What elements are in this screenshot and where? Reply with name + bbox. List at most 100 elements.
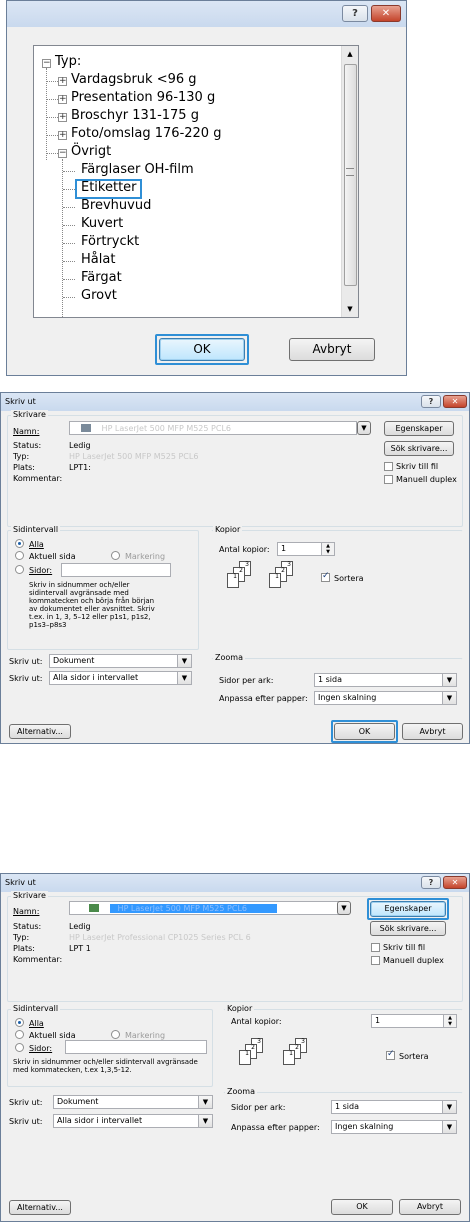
dropdown-arrow-icon[interactable]: ▼ bbox=[442, 692, 456, 704]
tree-item-presentation[interactable]: Presentation 96-130 g bbox=[71, 90, 215, 105]
manual-duplex-label: Manuell duplex bbox=[383, 956, 444, 965]
print-what-select[interactable]: Dokument ▼ bbox=[53, 1095, 213, 1109]
current-page-radio[interactable] bbox=[15, 551, 24, 560]
ok-button[interactable]: OK bbox=[331, 1199, 393, 1215]
selection-radio[interactable] bbox=[111, 551, 120, 560]
printer-select[interactable]: HP LaserJet 500 MFP M525 PCL6 bbox=[69, 901, 349, 915]
expand-icon[interactable]: + bbox=[58, 95, 67, 104]
collate-checkbox[interactable] bbox=[386, 1049, 395, 1060]
current-page-radio[interactable] bbox=[15, 1030, 24, 1039]
tree-item-ovrigt[interactable]: Övrigt bbox=[71, 144, 111, 159]
dropdown-arrow-icon[interactable]: ▼ bbox=[442, 1121, 456, 1133]
tree-line bbox=[63, 297, 75, 298]
pages-radio[interactable] bbox=[15, 1043, 24, 1052]
collapse-icon[interactable]: − bbox=[58, 149, 67, 158]
tree-item-fortryckt[interactable]: Förtryckt bbox=[81, 234, 139, 249]
printer-select[interactable]: HP LaserJet 500 MFP M525 PCL6 bbox=[69, 421, 357, 435]
tree-item-broschyr[interactable]: Broschyr 131-175 g bbox=[71, 108, 199, 123]
collapse-icon[interactable]: − bbox=[42, 59, 51, 68]
help-button[interactable]: ? bbox=[342, 5, 368, 22]
collate-checkbox[interactable] bbox=[321, 571, 330, 582]
scroll-down-icon[interactable]: ▼ bbox=[342, 301, 358, 317]
find-printer-button[interactable]: Sök skrivare... bbox=[384, 441, 454, 456]
copies-value: 1 bbox=[375, 1016, 381, 1025]
title-bar bbox=[1, 874, 469, 892]
vertical-scrollbar[interactable]: ▲ ▼ bbox=[341, 46, 358, 317]
print-what-select[interactable]: Dokument ▼ bbox=[49, 654, 192, 668]
print-select[interactable]: Alla sidor i intervallet ▼ bbox=[49, 671, 192, 685]
manual-duplex-checkbox[interactable] bbox=[371, 956, 380, 965]
selection-radio[interactable] bbox=[111, 1030, 120, 1039]
print-to-file-checkbox[interactable] bbox=[384, 462, 393, 471]
cancel-button[interactable]: Avbryt bbox=[399, 1199, 461, 1215]
ok-button[interactable]: OK bbox=[159, 338, 245, 361]
print-select[interactable]: Alla sidor i intervallet ▼ bbox=[53, 1114, 213, 1128]
spinner-icon[interactable]: ▲ ▼ bbox=[443, 1015, 456, 1027]
manual-duplex-checkbox[interactable] bbox=[384, 475, 393, 484]
close-button[interactable]: ✕ bbox=[443, 876, 467, 889]
tree-item-halat[interactable]: Hålat bbox=[81, 252, 115, 267]
find-printer-button[interactable]: Sök skrivare... bbox=[370, 921, 446, 936]
tree-item-foto-omslag[interactable]: Foto/omslag 176-220 g bbox=[71, 126, 221, 141]
tree-item-fargat[interactable]: Färgat bbox=[81, 270, 122, 285]
window-title: Skriv ut bbox=[5, 878, 36, 887]
pages-input[interactable] bbox=[61, 563, 171, 577]
paper-type-tree[interactable]: − Typ: + Vardagsbruk <96 g + Presentatio… bbox=[33, 45, 359, 318]
pages-per-sheet-select[interactable]: 1 sida ▼ bbox=[314, 673, 457, 687]
dropdown-arrow-icon[interactable]: ▼ bbox=[198, 1115, 212, 1127]
close-button[interactable]: ✕ bbox=[371, 5, 401, 22]
copies-input[interactable]: 1 ▲ ▼ bbox=[277, 542, 335, 556]
all-radio[interactable] bbox=[15, 539, 24, 548]
expand-icon[interactable]: + bbox=[58, 131, 67, 140]
expand-icon[interactable]: + bbox=[58, 113, 67, 122]
dropdown-arrow-icon[interactable]: ▼ bbox=[442, 674, 456, 686]
properties-button[interactable]: Egenskaper bbox=[370, 901, 446, 917]
properties-button[interactable]: Egenskaper bbox=[384, 421, 454, 436]
tree-item-grovt[interactable]: Grovt bbox=[81, 288, 117, 303]
cancel-button[interactable]: Avbryt bbox=[402, 723, 463, 740]
scale-select[interactable]: Ingen skalning ▼ bbox=[331, 1120, 457, 1134]
selection-label: Markering bbox=[125, 1031, 166, 1040]
scale-select[interactable]: Ingen skalning ▼ bbox=[314, 691, 457, 705]
dropdown-arrow-icon[interactable]: ▼ bbox=[442, 1101, 456, 1113]
help-button[interactable]: ? bbox=[421, 395, 441, 408]
spinner-icon[interactable]: ▲ ▼ bbox=[321, 543, 334, 555]
pages-radio[interactable] bbox=[15, 565, 24, 574]
comment-label: Kommentar: bbox=[13, 955, 63, 964]
location-value: LPT 1 bbox=[69, 944, 91, 953]
ok-button[interactable]: OK bbox=[334, 723, 395, 740]
options-button[interactable]: Alternativ... bbox=[9, 724, 71, 739]
tree-item-brevhuvud[interactable]: Brevhuvud bbox=[81, 198, 151, 213]
dropdown-arrow-icon[interactable]: ▼ bbox=[198, 1096, 212, 1108]
print-to-file-checkbox[interactable] bbox=[371, 943, 380, 952]
tree-root-label[interactable]: Typ: bbox=[55, 54, 81, 69]
pages-per-sheet-select[interactable]: 1 sida ▼ bbox=[331, 1100, 457, 1114]
copies-input[interactable]: 1 ▲ ▼ bbox=[371, 1014, 457, 1028]
expand-icon[interactable]: + bbox=[58, 77, 67, 86]
copies-label: Antal kopior: bbox=[231, 1017, 282, 1026]
page-stack-icon: 1 bbox=[269, 573, 281, 588]
collate-label: Sortera bbox=[334, 574, 364, 583]
options-button[interactable]: Alternativ... bbox=[9, 1200, 71, 1215]
tree-item-kuvert[interactable]: Kuvert bbox=[81, 216, 123, 231]
dropdown-arrow-icon[interactable]: ▼ bbox=[177, 672, 191, 684]
pages-input[interactable] bbox=[65, 1040, 207, 1054]
all-radio[interactable] bbox=[15, 1018, 24, 1027]
tree-line bbox=[63, 279, 75, 280]
scroll-up-icon[interactable]: ▲ bbox=[342, 46, 358, 62]
dropdown-arrow-icon[interactable]: ▼ bbox=[177, 655, 191, 667]
print-what-value: Dokument bbox=[57, 1097, 99, 1106]
collate-label: Sortera bbox=[399, 1052, 429, 1061]
status-label: Status: bbox=[13, 441, 42, 450]
dropdown-arrow-icon[interactable]: ▼ bbox=[337, 901, 351, 915]
tree-item-farglaser[interactable]: Färglaser OH-film bbox=[81, 162, 194, 177]
copies-label: Antal kopior: bbox=[219, 545, 270, 554]
tree-item-vardagsbruk[interactable]: Vardagsbruk <96 g bbox=[71, 72, 197, 87]
cancel-button[interactable]: Avbryt bbox=[289, 338, 375, 361]
close-button[interactable]: ✕ bbox=[443, 395, 467, 408]
tree-line bbox=[62, 159, 63, 317]
dropdown-arrow-icon[interactable]: ▼ bbox=[357, 421, 371, 435]
tree-item-etiketter[interactable]: Etiketter bbox=[81, 180, 137, 195]
help-button[interactable]: ? bbox=[421, 876, 441, 889]
title-bar bbox=[1, 393, 469, 411]
